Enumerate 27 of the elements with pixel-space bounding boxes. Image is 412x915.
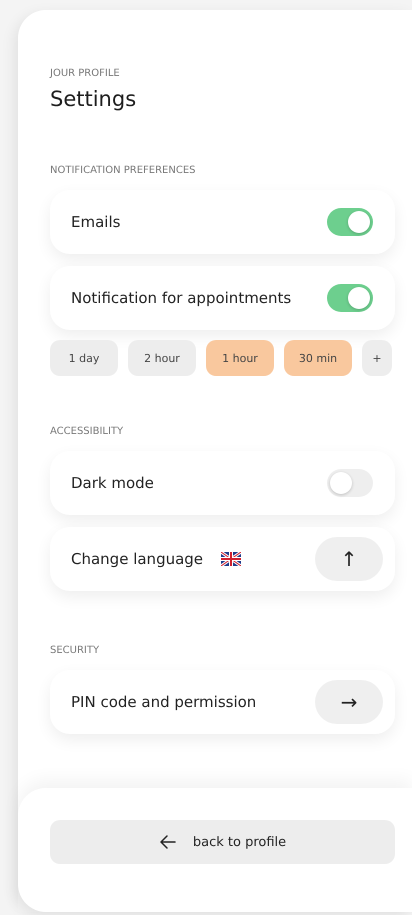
settings-row[interactable]: PIN code and permission → — [50, 670, 395, 734]
row-label: PIN code and permission — [71, 693, 256, 711]
back-button[interactable]: back to profile — [50, 820, 395, 864]
section-heading: SECURITY — [50, 645, 100, 656]
section-heading: NOTIFICATION PREFERENCES — [50, 165, 197, 176]
arrow-button[interactable]: → — [315, 680, 383, 724]
time-chip[interactable]: 30 min — [284, 340, 352, 376]
toggle-switch[interactable] — [327, 469, 373, 497]
row-label: Dark mode — [71, 474, 154, 492]
settings-row[interactable]: Dark mode — [50, 451, 395, 515]
settings-row[interactable]: Emails — [50, 190, 395, 254]
settings-row[interactable]: Notification for appointments — [50, 266, 395, 330]
time-chip[interactable]: 1 day — [50, 340, 118, 376]
row-label: Emails — [71, 213, 120, 231]
row-label: Notification for appointments — [71, 289, 292, 307]
settings-row[interactable]: Change language ↑ — [50, 527, 395, 591]
row-label: Change language — [71, 550, 204, 568]
profile-eyebrow: JOUR PROFILE — [50, 68, 121, 79]
arrow-button[interactable]: ↑ — [315, 537, 383, 581]
time-chip[interactable]: + — [362, 340, 392, 376]
toggle-switch[interactable] — [327, 284, 373, 312]
section-heading: ACCESSIBILITY — [50, 426, 124, 437]
time-chip[interactable]: 1 hour — [206, 340, 274, 376]
left-arrow-icon — [158, 833, 177, 851]
time-chip[interactable]: 2 hour — [128, 340, 196, 376]
page-title: Settings — [50, 87, 138, 111]
toggle-switch[interactable] — [327, 208, 373, 236]
